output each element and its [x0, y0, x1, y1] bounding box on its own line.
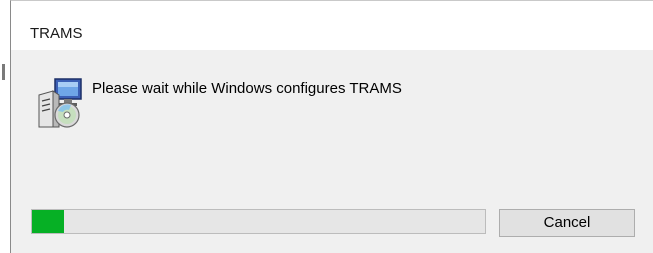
installer-computer-disc-icon — [38, 78, 82, 128]
cancel-button[interactable]: Cancel — [499, 209, 635, 237]
title-bar[interactable]: TRAMS — [11, 1, 653, 50]
progress-bar — [31, 209, 486, 234]
background-window-edge — [0, 0, 10, 253]
background-window-mark — [2, 64, 5, 80]
status-message: Please wait while Windows configures TRA… — [92, 80, 402, 97]
progress-bar-fill — [32, 210, 64, 233]
window-title: TRAMS — [30, 25, 83, 42]
installer-dialog: TRAMS Please wait while Windows configur… — [10, 0, 653, 253]
